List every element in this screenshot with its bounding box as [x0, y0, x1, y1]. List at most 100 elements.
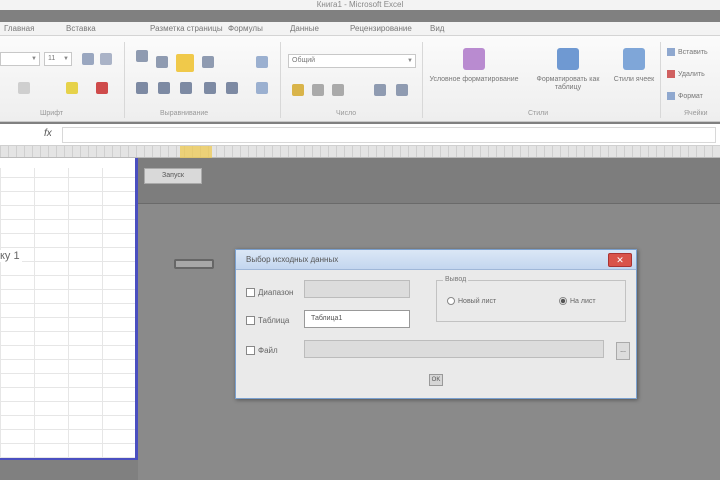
formula-bar: fx: [0, 124, 720, 146]
output-groupbox-label: Вывод: [443, 276, 469, 283]
group-separator: [422, 42, 423, 118]
number-format-value: Общий: [292, 57, 316, 64]
percent-format-icon[interactable]: [312, 84, 324, 96]
option-file[interactable]: Файл: [246, 346, 278, 356]
tab-data[interactable]: Данные: [290, 24, 319, 33]
wrap-text-icon[interactable]: [176, 54, 194, 72]
cell-styles-button[interactable]: Стили ячеек: [612, 48, 656, 84]
output-groupbox: Вывод Новый лист На лист: [436, 276, 626, 322]
checkbox-icon: [246, 346, 255, 356]
radio-to-sheet-label: На лист: [570, 297, 596, 305]
fx-icon[interactable]: fx: [44, 128, 52, 139]
align-top-icon[interactable]: [136, 50, 148, 62]
grow-font-icon[interactable]: [82, 53, 94, 65]
ribbon-tabs: Главная Вставка Разметка страницы Формул…: [0, 22, 720, 36]
radio-icon: [447, 297, 455, 305]
tab-home[interactable]: Главная: [4, 24, 34, 33]
sheet-caption: ку 1: [0, 250, 22, 262]
group-label-styles: Стили: [528, 110, 549, 117]
merge-cells-icon[interactable]: [256, 56, 268, 68]
border-icon[interactable]: [18, 82, 30, 94]
format-as-table-label: Форматировать как таблицу: [536, 76, 600, 91]
group-label-font: Шрифт: [40, 110, 64, 117]
format-as-table-icon: [557, 48, 579, 70]
currency-format-icon[interactable]: [292, 84, 304, 96]
option-range[interactable]: Диапазон: [246, 288, 294, 298]
decrease-decimal-icon[interactable]: [396, 84, 408, 96]
align-center-icon[interactable]: [158, 82, 170, 94]
orientation-icon[interactable]: [202, 56, 214, 68]
option-table-label: Таблица: [258, 316, 290, 325]
range-field[interactable]: [304, 280, 410, 298]
radio-new-sheet[interactable]: Новый лист: [447, 297, 496, 305]
tab-formulas[interactable]: Формулы: [228, 24, 263, 33]
window-title: Книга1 - Microsoft Excel: [0, 0, 720, 10]
ok-button[interactable]: OK: [429, 374, 443, 386]
option-range-label: Диапазон: [258, 288, 294, 297]
align-right-icon[interactable]: [180, 82, 192, 94]
font-size-combo[interactable]: 11 ▼: [44, 52, 72, 66]
group-label-alignment: Выравнивание: [160, 110, 209, 117]
file-path-field[interactable]: [304, 340, 604, 358]
tab-insert[interactable]: Вставка: [66, 24, 96, 33]
delete-cells-label: Удалить: [678, 70, 705, 78]
close-button[interactable]: ✕: [608, 253, 632, 267]
number-format-combo[interactable]: Общий ▼: [288, 54, 416, 68]
insert-cells-label: Вставить: [678, 48, 708, 56]
group-separator: [280, 42, 281, 118]
editor-toolbar: Запуск: [138, 158, 720, 204]
shrink-font-icon[interactable]: [100, 53, 112, 65]
delete-cells-icon: [667, 70, 675, 78]
increase-decimal-icon[interactable]: [374, 84, 386, 96]
formula-input[interactable]: [62, 127, 716, 143]
decrease-indent-icon[interactable]: [204, 82, 216, 94]
radio-selected-icon: [559, 297, 567, 305]
format-cells-label: Формат: [678, 92, 703, 100]
conditional-formatting-label: Условное форматирование: [429, 76, 519, 83]
conditional-formatting-icon: [463, 48, 485, 70]
group-label-number: Число: [336, 110, 357, 117]
option-file-label: Файл: [258, 346, 278, 355]
tab-view[interactable]: Вид: [430, 24, 444, 33]
tab-review[interactable]: Рецензирование: [350, 24, 412, 33]
comma-style-icon[interactable]: [332, 84, 344, 96]
radio-new-sheet-label: Новый лист: [458, 297, 497, 305]
cell-styles-label: Стили ячеек: [613, 76, 655, 83]
form-control-widget[interactable]: [174, 259, 214, 269]
delete-cells-button[interactable]: Удалить: [667, 70, 705, 78]
checkbox-icon: [246, 316, 255, 326]
data-source-dialog: Выбор исходных данных ✕ Диапазон Таблица…: [235, 249, 637, 399]
conditional-formatting-button[interactable]: Условное форматирование: [428, 48, 520, 84]
run-button[interactable]: Запуск: [144, 168, 202, 184]
table-field[interactable]: Таблица1: [304, 310, 410, 328]
browse-button[interactable]: ...: [616, 342, 630, 360]
tab-page-layout[interactable]: Разметка страницы: [150, 24, 223, 33]
fill-color-icon[interactable]: [66, 82, 78, 94]
insert-cells-icon: [667, 48, 675, 56]
radio-to-sheet[interactable]: На лист: [559, 297, 596, 305]
format-cells-button[interactable]: Формат: [667, 92, 703, 100]
ruler-highlight: [180, 146, 212, 158]
format-as-table-button[interactable]: Форматировать как таблицу: [524, 48, 612, 92]
group-label-cells: Ячейки: [684, 110, 708, 117]
group-separator: [124, 42, 125, 118]
group-separator: [660, 42, 661, 118]
font-size-value: 11: [48, 55, 56, 62]
dialog-title: Выбор исходных данных: [246, 255, 339, 264]
cell-styles-icon: [623, 48, 645, 70]
align-middle-icon[interactable]: [156, 56, 168, 68]
font-color-icon[interactable]: [96, 82, 108, 94]
align-left-icon[interactable]: [136, 82, 148, 94]
option-table[interactable]: Таблица: [246, 316, 290, 326]
ruler: [0, 146, 720, 158]
increase-indent-icon[interactable]: [226, 82, 238, 94]
cell-grid[interactable]: [0, 168, 135, 458]
worksheet-window[interactable]: ку 1: [0, 158, 138, 460]
font-name-combo[interactable]: ▼: [0, 52, 40, 66]
merge-center-icon[interactable]: [256, 82, 268, 94]
dialog-title-bar[interactable]: Выбор исходных данных ✕: [236, 250, 636, 270]
ribbon: ▼ 11 ▼ Шрифт Выравнивание Общий ▼ Число Ус…: [0, 36, 720, 122]
format-cells-icon: [667, 92, 675, 100]
checkbox-icon: [246, 288, 255, 298]
insert-cells-button[interactable]: Вставить: [667, 48, 708, 56]
